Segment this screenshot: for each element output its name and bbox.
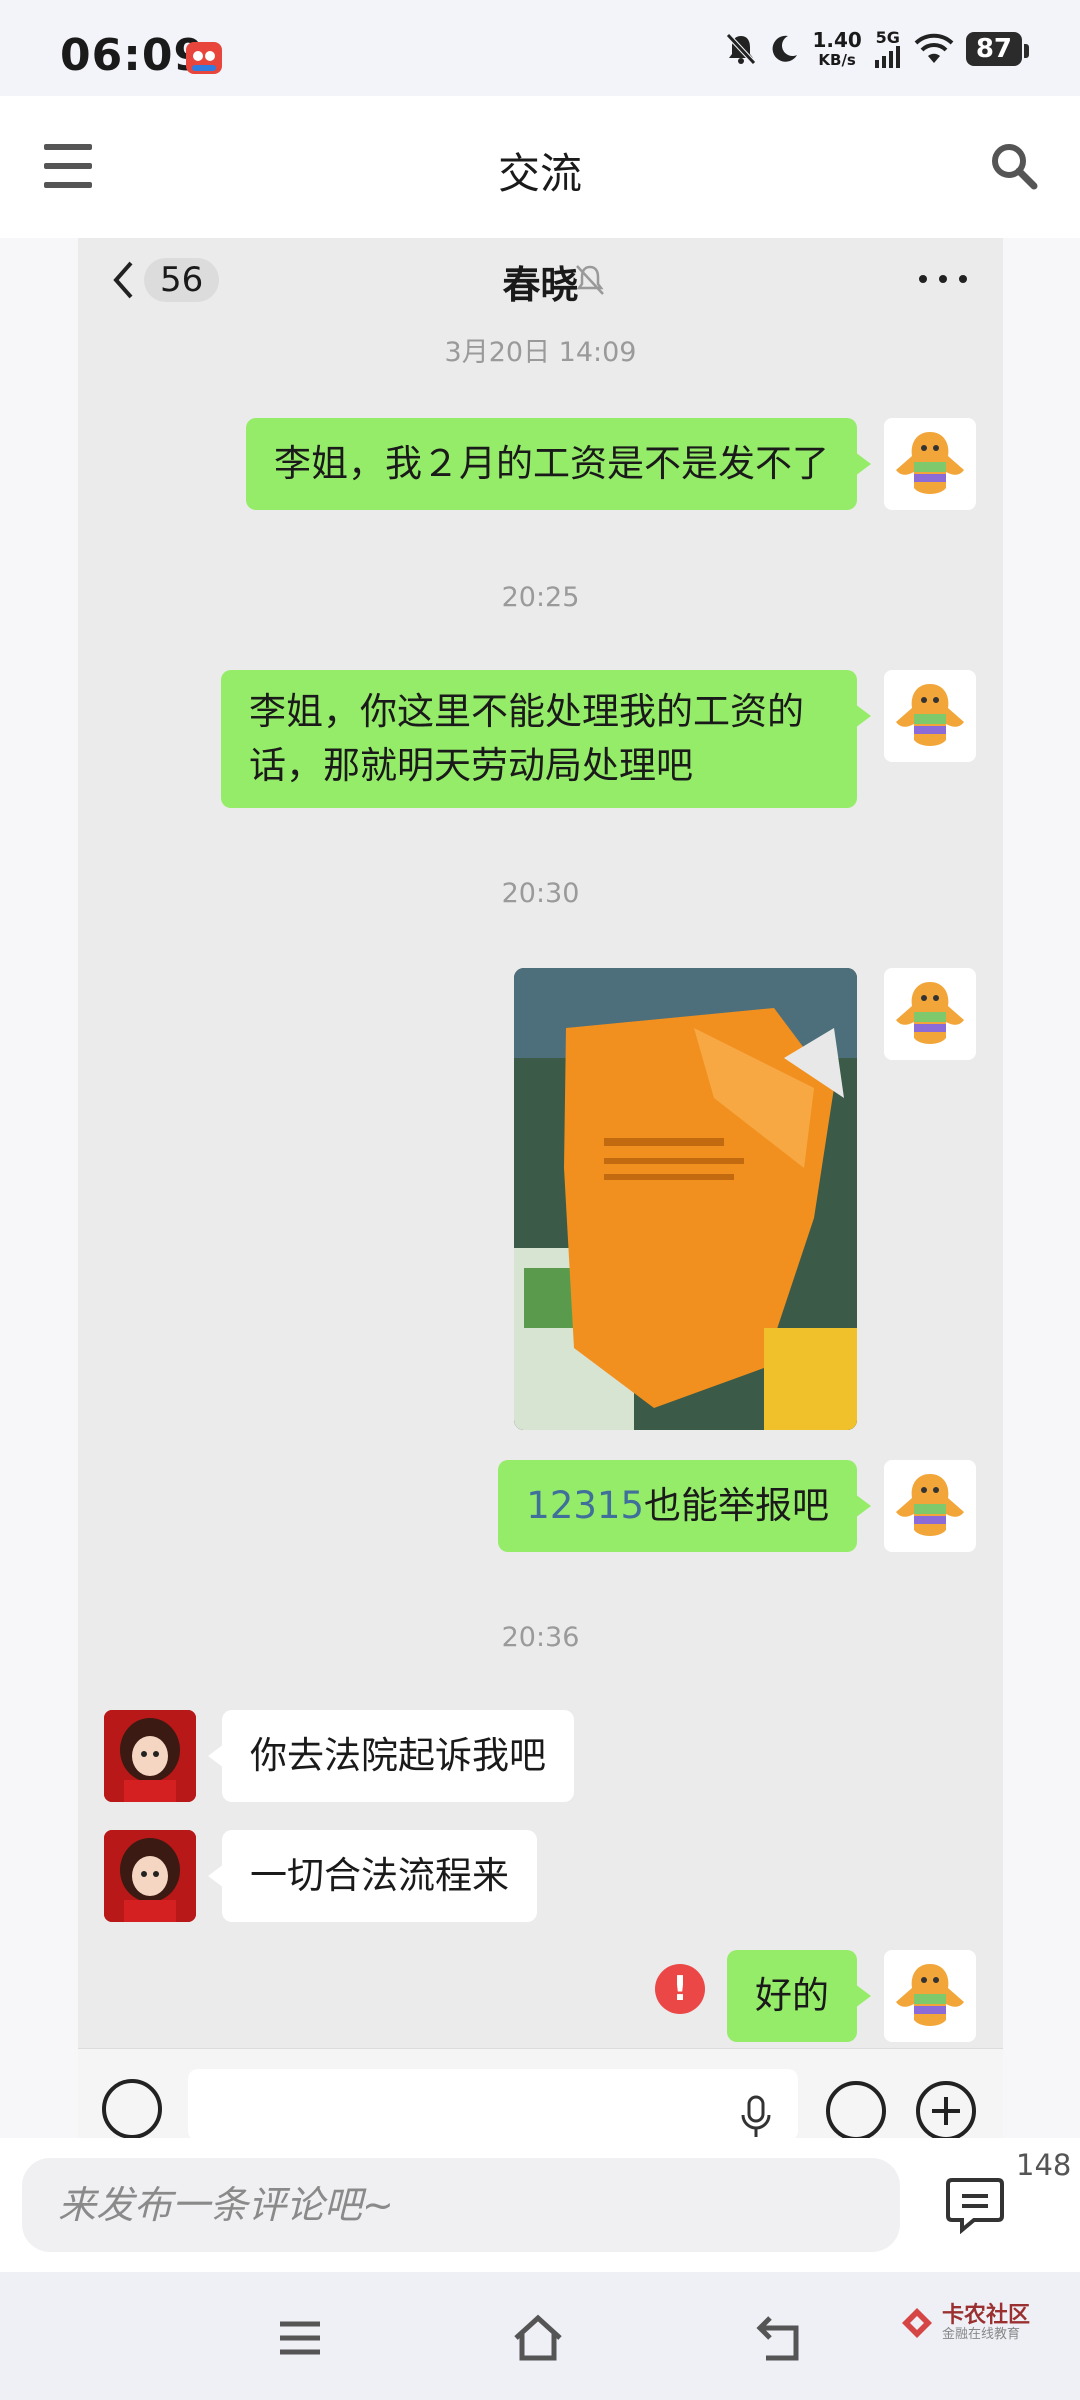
message-bubble-sent[interactable]: 好的 [727,1950,871,2042]
starfish-avatar-icon [896,432,964,494]
contact-avatar[interactable] [104,1710,196,1802]
dot [919,275,927,283]
app-header: 交流 [0,96,1080,238]
chat-top-bar: 56 春晓 [78,238,1003,320]
my-avatar[interactable] [884,670,976,762]
message-text: 也能举报吧 [644,1484,829,1528]
watermark: 卡农社区 金融在线教育 [900,2303,1031,2343]
timestamp: 20:25 [501,582,580,613]
message-bubble-sent[interactable]: 李姐，你这里不能处理我的工资的 话，那就明天劳动局处理吧 [221,670,871,808]
timestamp: 3月20日 14:09 [444,337,637,368]
my-avatar[interactable] [884,418,976,510]
send-failed-icon[interactable]: ! [655,1964,705,2014]
starfish-avatar-icon [896,684,964,746]
battery-indicator: 87 [965,32,1030,66]
microphone-icon[interactable] [740,2095,772,2138]
my-avatar[interactable] [884,968,976,1060]
message-text-line: 李姐，你这里不能处理我的工资的 [249,690,804,734]
emoji-button[interactable] [826,2081,886,2138]
photo-package-image [514,968,857,1430]
message-text: 李姐，我２月的工资是不是发不了 [274,442,829,486]
watermark-text: 卡农社区 金融在线教育 [942,2303,1031,2343]
comment-count: 148 [1016,2148,1072,2182]
message-bubble-received[interactable]: 你去法院起诉我吧 [208,1710,574,1802]
message-text: 你去法院起诉我吧 [250,1734,546,1778]
wifi-icon [914,33,954,63]
more-actions-button[interactable] [916,2081,976,2138]
my-avatar[interactable] [884,1950,976,2042]
timestamp: 20:36 [501,1622,580,1653]
page-margin-left [0,238,78,2138]
message-bubble-sent[interactable]: 李姐，我２月的工资是不是发不了 [246,418,871,510]
more-options-button[interactable] [919,264,967,294]
voice-input-button[interactable] [102,2079,162,2138]
page-margin-right [1003,238,1080,2138]
girl-avatar-icon [104,1830,196,1922]
system-nav-bar: 卡农社区 金融在线教育 [0,2272,1080,2400]
message-text: 一切合法流程来 [250,1854,509,1898]
chat-message-input[interactable] [188,2069,798,2138]
signal-bars-icon [874,46,900,68]
mute-bell-icon [576,265,604,295]
timestamp: 20:30 [501,878,580,909]
message-text: 好的 [755,1974,829,2018]
my-avatar[interactable] [884,1460,976,1552]
status-bar: 06:09 1.40 KB/s 5G 87 [0,0,1080,96]
brand-logo-icon [902,2308,932,2339]
message-text-line: 话，那就明天劳动局处理吧 [249,744,693,787]
watermark-tagline: 金融在线教育 [942,2327,1021,2343]
home-icon[interactable] [510,2310,566,2366]
chat-input-bar [78,2048,1003,2138]
contact-avatar[interactable] [104,1830,196,1922]
page-title: 交流 [497,149,582,198]
recent-apps-icon[interactable] [272,2310,328,2366]
moon-icon [773,35,798,62]
message-bubble-sent[interactable]: 12315 也能举报吧 [498,1460,871,1552]
back-arrow-icon[interactable] [752,2310,808,2366]
search-icon[interactable] [988,140,1040,192]
watermark-brand: 卡农社区 [942,2303,1031,2328]
dot [939,275,947,283]
chat-screenshot: 56 春晓 3月20日 14:09 李姐，我２月的工资是不是发不了 20:25 … [78,238,1003,2138]
starfish-avatar-icon [896,982,964,1044]
girl-avatar-icon [104,1710,196,1802]
network-speed: 1.40 KB/s [812,30,861,68]
contact-name: 春晓 [502,263,579,307]
phone-number-link[interactable]: 12315 [526,1479,644,1533]
cell-signal: 5G [874,30,902,68]
comment-icon[interactable] [944,2176,1006,2234]
starfish-avatar-icon [896,1474,964,1536]
comment-bar: 来发布一条评论吧~ 148 [0,2138,1080,2272]
bell-muted-icon [726,33,757,65]
network-type: 5G [875,28,900,47]
app-notification-icon [186,42,222,74]
speed-value: 1.40 [812,28,862,52]
status-indicators: 1.40 KB/s 5G 87 [726,26,1030,72]
starfish-avatar-icon [896,1964,964,2026]
comment-input[interactable]: 来发布一条评论吧~ [22,2158,900,2252]
speed-unit: KB/s [818,51,856,69]
sent-photo[interactable] [514,968,857,1430]
dot [959,275,967,283]
message-bubble-received[interactable]: 一切合法流程来 [208,1830,537,1922]
